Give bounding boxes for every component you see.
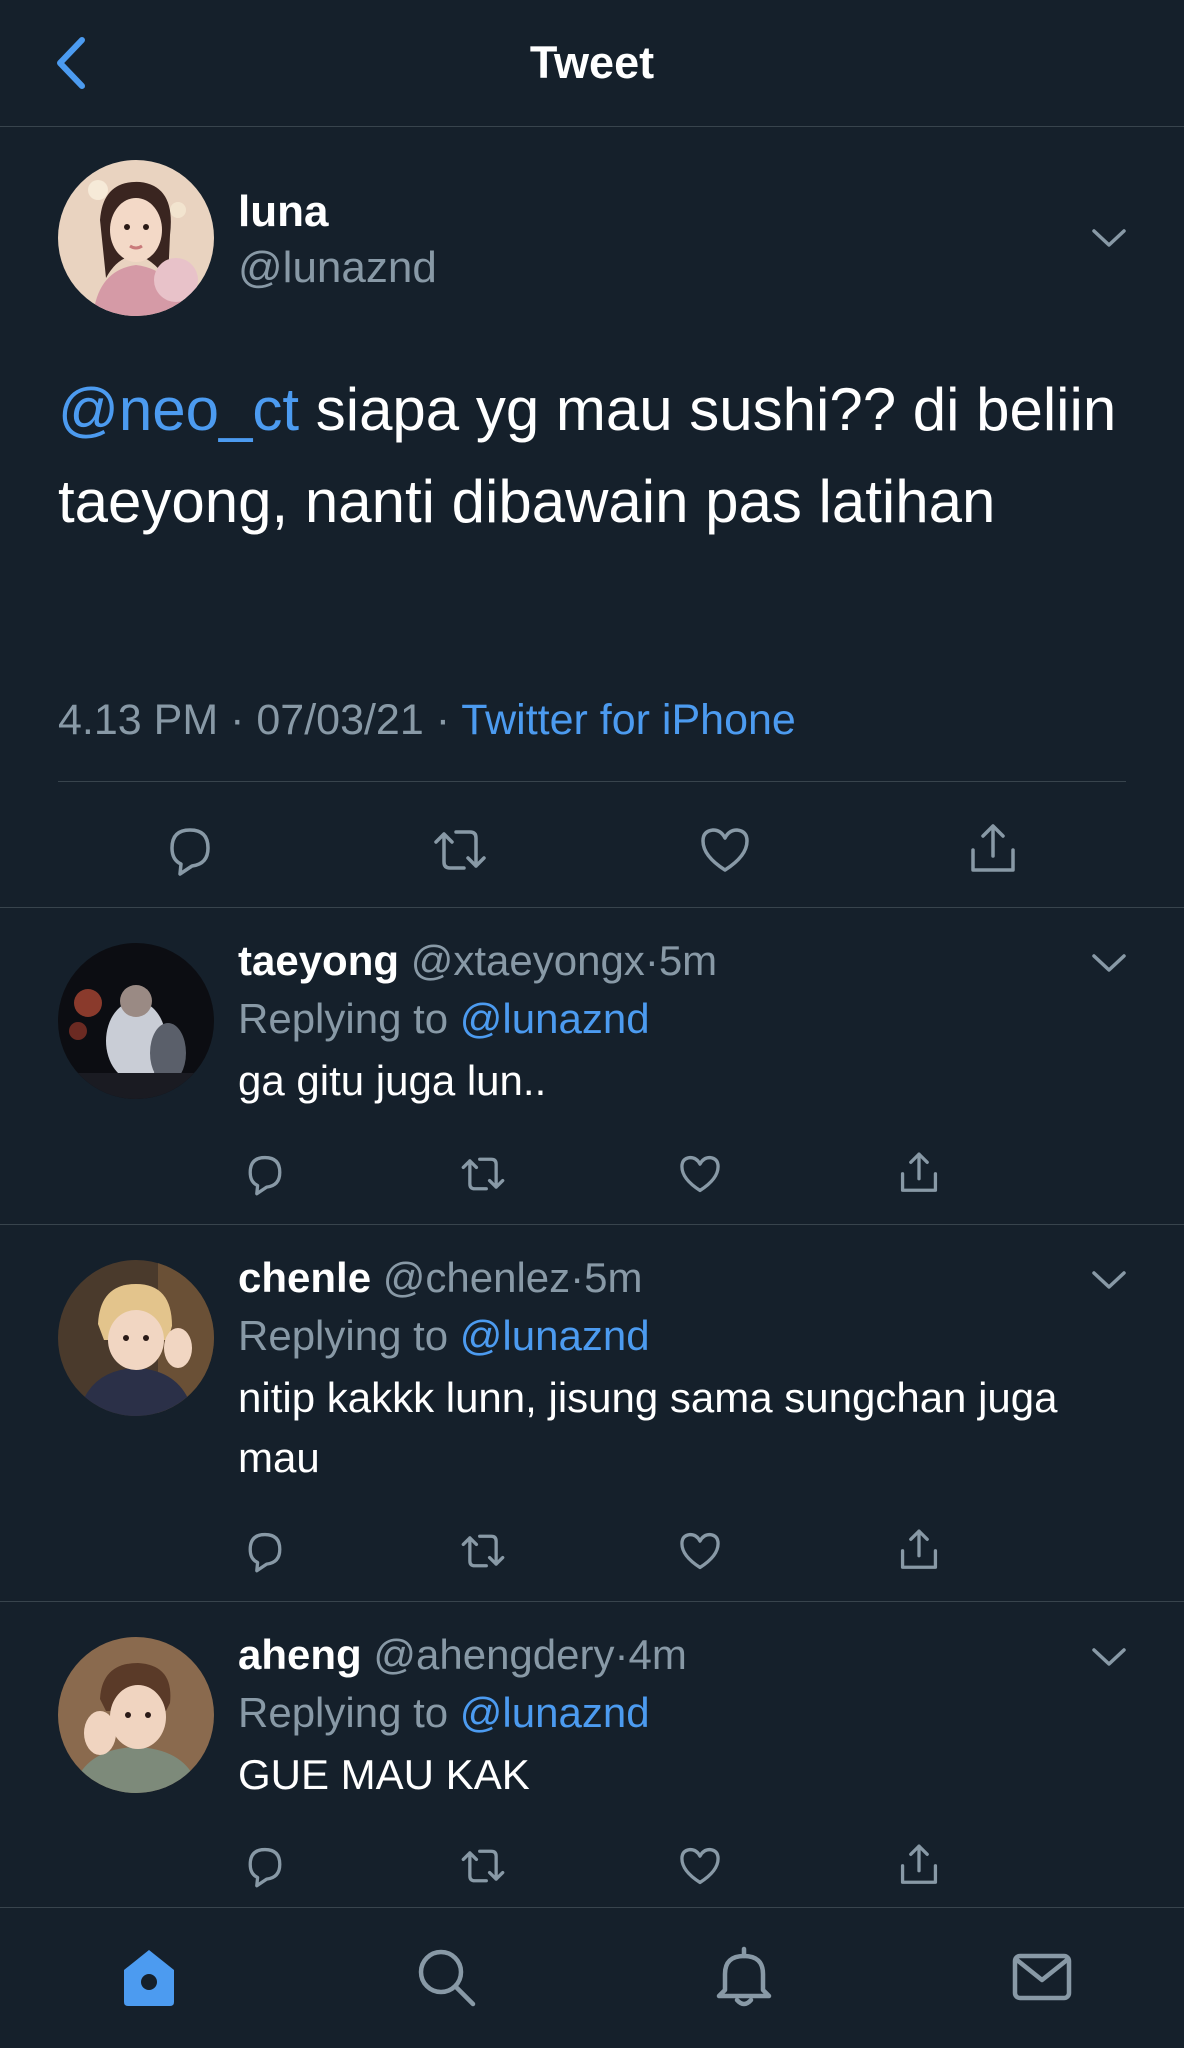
dot-separator: · [614, 1631, 629, 1678]
reply-header: aheng @ahengdery·4m [238, 1627, 687, 1683]
reply-icon[interactable] [242, 1843, 288, 1889]
reply-tweet[interactable]: chenle @chenlez·5m Replying to @lunaznd … [0, 1226, 1184, 1602]
replying-prefix: Replying to [238, 1312, 460, 1359]
retweet-icon[interactable] [428, 822, 492, 878]
chevron-down-icon[interactable] [1090, 951, 1128, 975]
author-handle[interactable]: @ahengdery [373, 1631, 614, 1678]
dot-separator: · [570, 1254, 585, 1301]
reply-icon[interactable] [242, 1151, 288, 1197]
reply-tweet[interactable]: taeyong @xtaeyongx·5m Replying to @lunaz… [0, 909, 1184, 1225]
replying-to: Replying to @lunaznd [238, 1685, 650, 1741]
chevron-down-icon[interactable] [1090, 1268, 1128, 1292]
reply-tweet[interactable]: aheng @ahengdery·4m Replying to @lunaznd… [0, 1603, 1184, 1906]
avatar[interactable] [58, 1260, 214, 1416]
search-icon[interactable] [413, 1944, 479, 2010]
tweet-actions [0, 818, 1184, 878]
meta-separator: · [435, 696, 451, 744]
page-title: Tweet [529, 37, 655, 88]
avatar[interactable] [58, 1637, 214, 1793]
share-icon[interactable] [896, 1149, 942, 1197]
top-bar: Tweet [0, 0, 1184, 127]
avatar[interactable] [58, 943, 214, 1099]
like-icon[interactable] [697, 822, 753, 878]
mention-link[interactable]: @neo_ct [58, 376, 299, 443]
replying-to: Replying to @lunaznd [238, 1308, 650, 1364]
reply-text: ga gitu juga lun.. [238, 1057, 547, 1104]
reply-icon[interactable] [162, 822, 218, 878]
reply-header: chenle @chenlez·5m [238, 1250, 643, 1306]
chevron-down-icon[interactable] [1090, 1645, 1128, 1669]
replying-prefix: Replying to [238, 995, 460, 1042]
replying-to: Replying to @lunaznd [238, 991, 650, 1047]
chevron-down-icon[interactable] [1090, 226, 1128, 250]
reply-time: 5m [658, 937, 718, 984]
reply-time: 4m [628, 1631, 687, 1678]
avatar[interactable] [58, 160, 214, 316]
retweet-icon[interactable] [456, 1843, 510, 1889]
mention-link[interactable]: @lunaznd [460, 995, 650, 1042]
author-name[interactable]: chenle [238, 1254, 371, 1301]
retweet-icon[interactable] [456, 1528, 510, 1574]
bottom-tab-bar [0, 1907, 1184, 2048]
author-name[interactable]: luna [238, 184, 328, 240]
tweet-text: @neo_ct siapa yg mau sushi?? di beliin t… [58, 364, 1138, 548]
tweet-source-link[interactable]: Twitter for iPhone [461, 696, 796, 744]
author-name[interactable]: aheng [238, 1631, 362, 1678]
tweet-time: 4.13 PM [58, 696, 219, 744]
like-icon[interactable] [677, 1151, 723, 1197]
divider [58, 781, 1126, 782]
mention-link[interactable]: @lunaznd [460, 1312, 650, 1359]
share-icon[interactable] [896, 1526, 942, 1574]
like-icon[interactable] [677, 1528, 723, 1574]
reply-actions [0, 1839, 1184, 1895]
tweet-meta: 4.13 PM · 07/03/21 · Twitter for iPhone [58, 692, 796, 748]
messages-icon[interactable] [1009, 1944, 1075, 2010]
main-tweet: luna @lunaznd @neo_ct siapa yg mau sushi… [0, 128, 1184, 908]
reply-text: nitip kakkk lunn, jisung sama sungchan j… [238, 1374, 1058, 1481]
home-icon[interactable] [116, 1944, 182, 2010]
reply-actions [0, 1147, 1184, 1203]
reply-actions [0, 1524, 1184, 1580]
meta-separator: · [230, 696, 245, 744]
tweet-date: 07/03/21 [256, 696, 424, 744]
mention-link[interactable]: @lunaznd [460, 1689, 650, 1736]
replying-prefix: Replying to [238, 1689, 460, 1736]
notifications-icon[interactable] [711, 1944, 777, 2010]
share-icon[interactable] [896, 1841, 942, 1889]
retweet-icon[interactable] [456, 1151, 510, 1197]
reply-text: GUE MAU KAK [238, 1751, 530, 1798]
dot-separator: · [644, 937, 659, 984]
author-handle[interactable]: @lunaznd [238, 240, 437, 296]
reply-icon[interactable] [242, 1528, 288, 1574]
author-handle[interactable]: @xtaeyongx [411, 937, 645, 984]
share-icon[interactable] [965, 820, 1021, 878]
reply-time: 5m [584, 1254, 643, 1301]
author-handle[interactable]: @chenlez [383, 1254, 570, 1301]
author-name[interactable]: taeyong [238, 937, 399, 984]
reply-header: taeyong @xtaeyongx·5m [238, 933, 717, 989]
like-icon[interactable] [677, 1843, 723, 1889]
